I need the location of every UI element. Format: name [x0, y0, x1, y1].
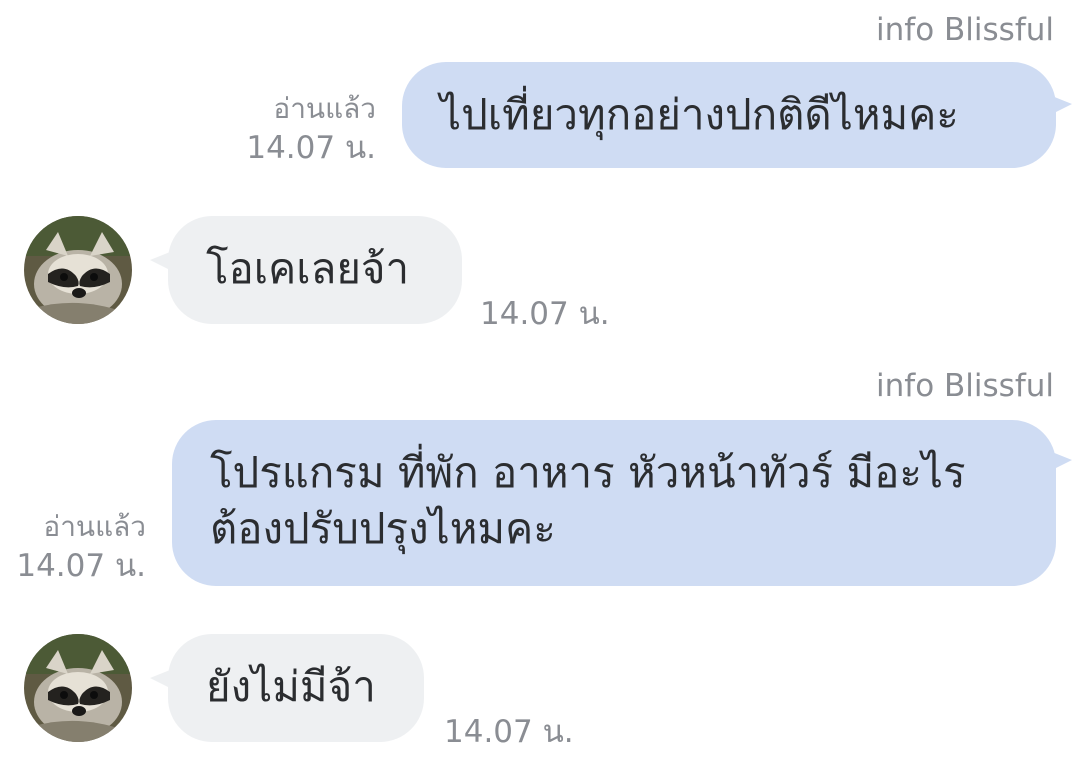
bubble-tail [1052, 96, 1072, 114]
message-time: 14.07 น. [16, 548, 146, 584]
message-time: 14.07 น. [444, 714, 574, 750]
message-meta: อ่านแล้ว 14.07 น. [246, 90, 376, 168]
bubble-tail [1052, 452, 1072, 470]
message-time: 14.07 น. [480, 296, 610, 332]
raccoon-avatar-image [24, 634, 132, 742]
message-text-line: โปรแกรม ที่พัก อาหาร หัวหน้าทัวร์ มีอะไร [210, 448, 966, 497]
raccoon-avatar-image [24, 216, 132, 324]
message-time: 14.07 น. [246, 130, 376, 166]
message-text: โอเคเลยจ้า [206, 244, 410, 293]
outgoing-message-bubble[interactable]: โปรแกรม ที่พัก อาหาร หัวหน้าทัวร์ มีอะไร… [172, 420, 1056, 586]
raccoon-avatar[interactable] [24, 634, 132, 742]
read-receipt: อ่านแล้ว [43, 510, 146, 543]
message-meta: อ่านแล้ว 14.07 น. [16, 508, 146, 586]
read-receipt: อ่านแล้ว [273, 92, 376, 125]
incoming-message-bubble[interactable]: ยังไม่มีจ้า [168, 634, 424, 742]
message-text-line: ต้องปรับปรุงไหมคะ [210, 504, 556, 553]
raccoon-avatar[interactable] [24, 216, 132, 324]
bubble-tail [150, 252, 170, 270]
message-text: ไปเที่ยวทุกอย่างปกติดีไหมคะ [440, 90, 959, 139]
message-text: ยังไม่มีจ้า [206, 662, 376, 711]
sender-name: info Blissful [876, 368, 1054, 404]
sender-name: info Blissful [876, 12, 1054, 48]
outgoing-message-bubble[interactable]: ไปเที่ยวทุกอย่างปกติดีไหมคะ [402, 62, 1056, 168]
bubble-tail [150, 670, 170, 688]
incoming-message-bubble[interactable]: โอเคเลยจ้า [168, 216, 462, 324]
